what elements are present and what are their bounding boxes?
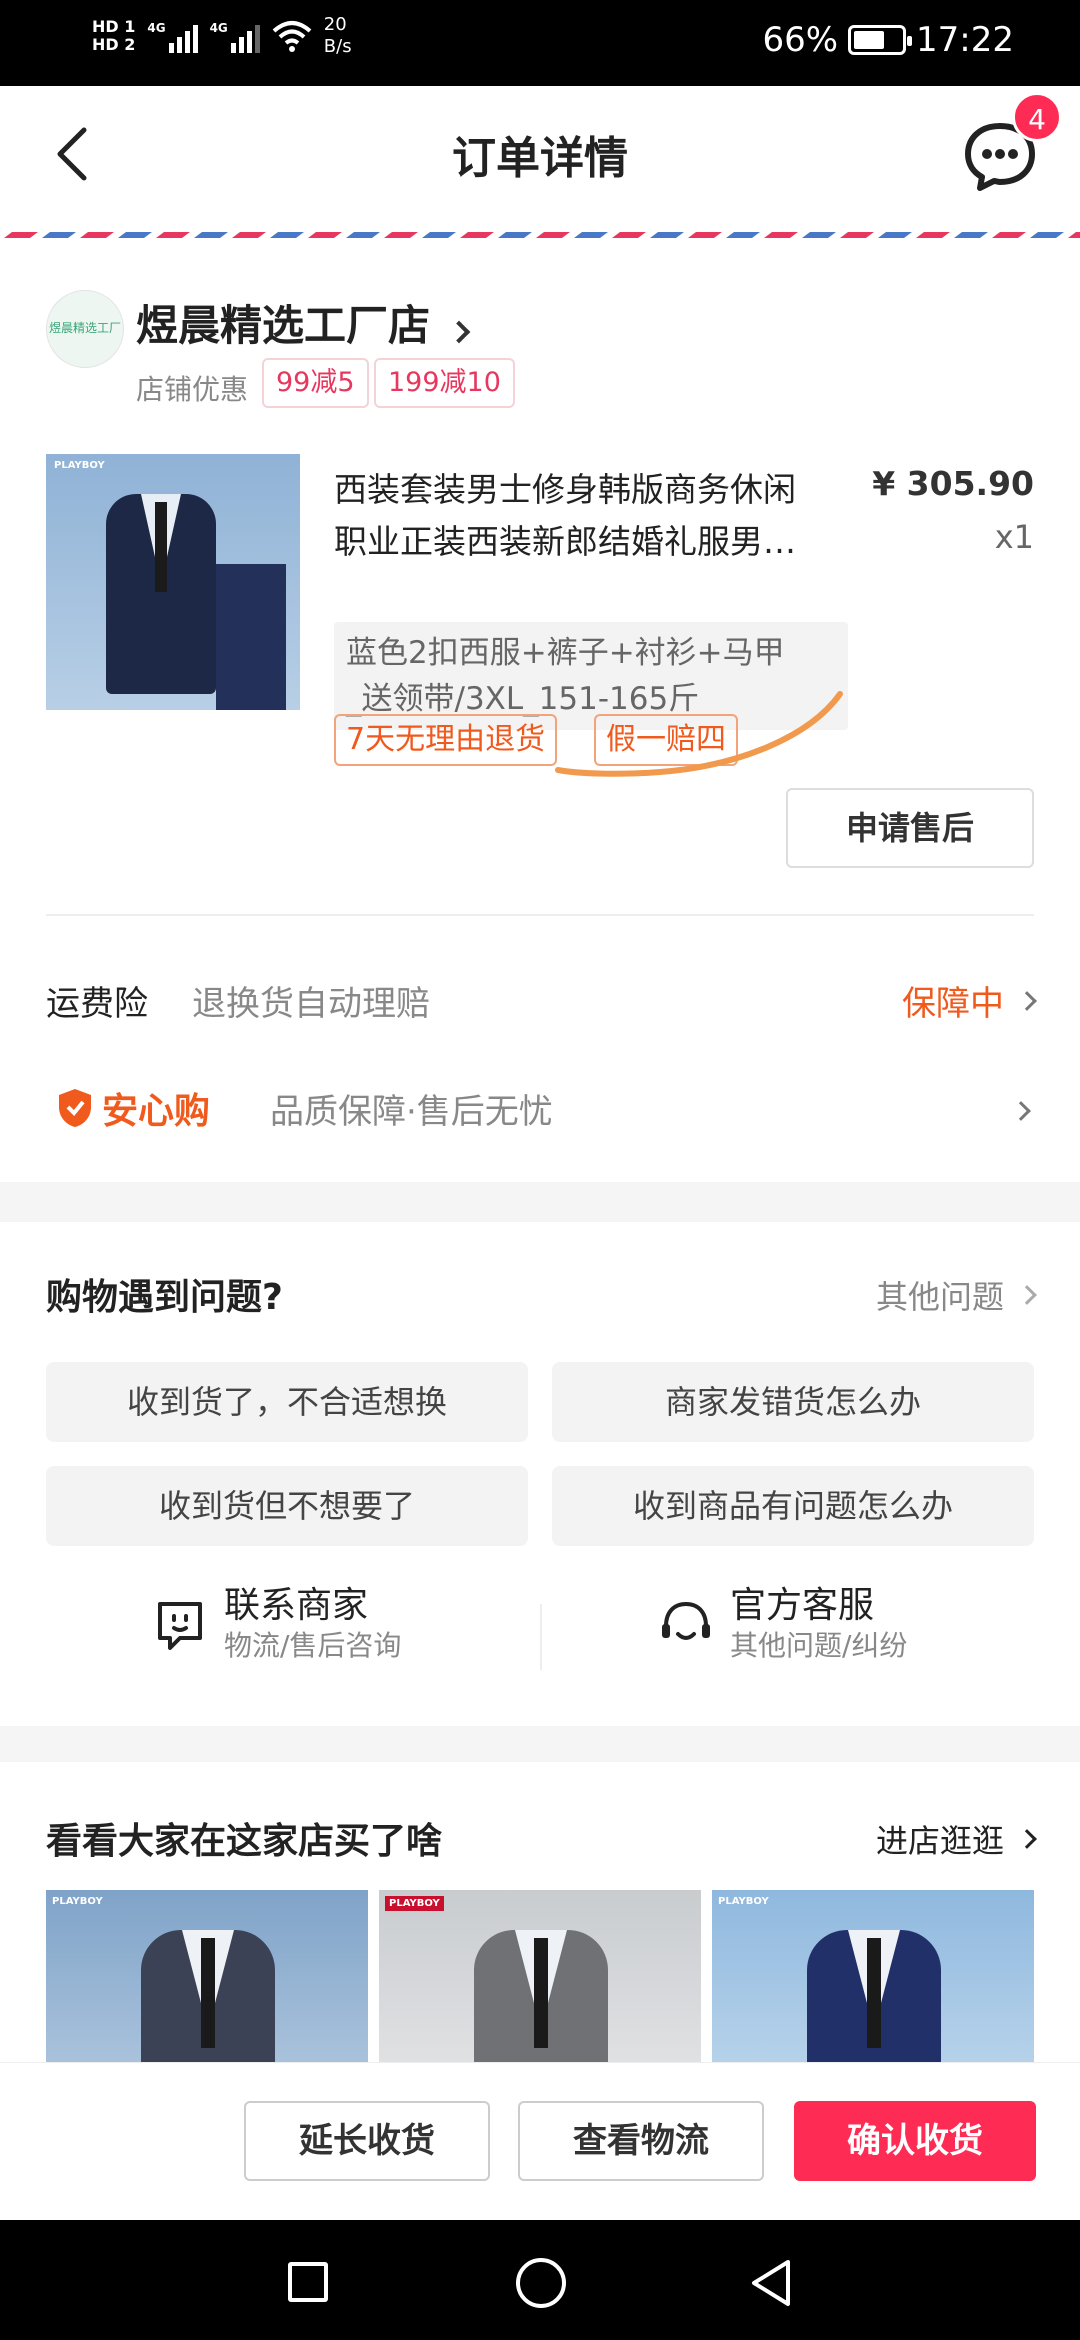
- battery-fill: [854, 31, 885, 49]
- product-image[interactable]: PLAYBOY: [46, 454, 300, 710]
- help-title: 购物遇到问题?: [46, 1277, 283, 1318]
- system-nav-bar: [0, 2220, 1080, 2340]
- anxin-desc: 品质保障·售后无忧: [270, 1092, 553, 1132]
- status-left: HD 1 HD 2 4G 4G 20 B/s: [92, 14, 352, 58]
- message-badge: 4: [1012, 92, 1062, 142]
- coupon-tag[interactable]: 99减5: [262, 358, 369, 408]
- wifi-icon: [272, 21, 312, 52]
- divider: [540, 1604, 542, 1670]
- confirm-receipt-button[interactable]: 确认收货: [794, 2101, 1036, 2181]
- product-price: ¥ 305.90: [872, 464, 1034, 503]
- product-title-line1: 西装套装男士修身韩版商务休闲: [334, 470, 796, 509]
- airmail-border: [0, 228, 1080, 242]
- battery-icon: [848, 25, 913, 55]
- after-sale-button[interactable]: 申请售后: [786, 788, 1034, 868]
- brand-logo: PLAYBOY: [718, 1896, 769, 1907]
- chevron-right-icon: [447, 320, 470, 344]
- chevron-right-icon: [1017, 1285, 1037, 1305]
- sim1-label: HD 1: [92, 17, 136, 36]
- net1-label: 4G: [147, 21, 166, 35]
- visit-shop-text: 进店逛逛: [875, 1822, 1004, 1860]
- back-nav-icon[interactable]: [746, 2256, 796, 2310]
- anxin-brand-text: 安心购: [102, 1091, 211, 1132]
- official-service-title: 官方客服: [730, 1585, 875, 1626]
- net-speed-value: 20: [323, 14, 347, 35]
- shield-icon: [59, 1089, 91, 1127]
- brand-logo: PLAYBOY: [385, 1896, 444, 1911]
- service-tag: 7天无理由退货: [334, 714, 558, 766]
- bottom-action-bar: 延长收货 查看物流 确认收货: [0, 2062, 1080, 2220]
- recommend-item[interactable]: PLAYBOY: [46, 1890, 368, 2062]
- freight-status-text: 保障中: [902, 984, 1004, 1024]
- extend-receipt-button[interactable]: 延长收货: [244, 2101, 490, 2181]
- signal1-icon: 4G: [147, 19, 198, 53]
- question-chip[interactable]: 收到货了，不合适想换: [46, 1362, 528, 1442]
- other-problems-link[interactable]: 其他问题: [875, 1272, 1037, 1318]
- chevron-right-icon: [1017, 1829, 1037, 1849]
- battery-text: 66%: [762, 20, 839, 60]
- view-logistics-button[interactable]: 查看物流: [518, 2101, 764, 2181]
- divider: [46, 914, 1034, 916]
- recent-apps-icon[interactable]: [288, 2262, 328, 2302]
- question-chip[interactable]: 收到货但不想要了: [46, 1466, 528, 1546]
- net-speed-unit: B/s: [323, 36, 352, 57]
- other-problems-text: 其他问题: [875, 1278, 1004, 1316]
- official-service-button[interactable]: 官方客服 其他问题/纠纷: [656, 1584, 907, 1664]
- chevron-right-icon[interactable]: [1011, 1101, 1031, 1121]
- net-speed: 20 B/s: [324, 14, 352, 58]
- seller-chat-icon: [158, 1602, 202, 1650]
- contact-seller-sub: 物流/售后咨询: [224, 1629, 402, 1662]
- sim-indicators: HD 1 HD 2: [92, 18, 135, 54]
- question-chip[interactable]: 收到商品有问题怎么办: [552, 1466, 1034, 1546]
- status-bar: HD 1 HD 2 4G 4G 20 B/s 66% 17:22: [0, 0, 1080, 86]
- visit-shop-link[interactable]: 进店逛逛: [875, 1816, 1037, 1862]
- coupon-tag[interactable]: 199减10: [374, 358, 515, 408]
- question-chip[interactable]: 商家发错货怎么办: [552, 1362, 1034, 1442]
- freight-insurance-label: 运费险: [46, 984, 148, 1024]
- contact-seller-title: 联系商家: [224, 1585, 369, 1626]
- recommend-item[interactable]: PLAYBOY: [712, 1890, 1034, 2062]
- order-card: 煜晨精选工厂 煜晨精选工厂店 店铺优惠 99减5 199减10 PLAYBOY …: [0, 242, 1080, 1182]
- brand-logo: PLAYBOY: [54, 460, 105, 471]
- orange-scribble: [555, 691, 843, 777]
- recommend-card: 看看大家在这家店买了啥 进店逛逛 PLAYBOY PLAYBOY PLAYBOY: [0, 1762, 1080, 2062]
- product-title[interactable]: 西装套装男士修身韩版商务休闲 职业正装西装新郎结婚礼服男…: [334, 464, 864, 568]
- chevron-right-icon: [1017, 990, 1037, 1011]
- signal2-icon: 4G: [210, 19, 260, 53]
- freight-insurance-desc: 退换货自动理赔: [192, 984, 430, 1024]
- page-title: 订单详情: [452, 133, 628, 184]
- net2-label: 4G: [209, 21, 228, 35]
- top-header: 订单详情 4: [0, 86, 1080, 228]
- home-icon[interactable]: [516, 2258, 566, 2308]
- sim2-label: HD 2: [92, 35, 136, 54]
- recommend-item[interactable]: PLAYBOY: [379, 1890, 701, 2062]
- shop-logo-text: 煜晨精选工厂: [48, 321, 121, 335]
- product-quantity: x1: [994, 518, 1034, 556]
- freight-insurance-status[interactable]: 保障中: [902, 976, 1037, 1025]
- status-right: 66% 17:22: [762, 20, 1014, 60]
- clock: 17:22: [916, 20, 1014, 60]
- shop-name: 煜晨精选工厂店: [136, 301, 431, 350]
- shop-logo[interactable]: 煜晨精选工厂: [46, 290, 124, 368]
- anxin-brand[interactable]: 安心购: [56, 1082, 210, 1134]
- shop-name-link[interactable]: 煜晨精选工厂店: [136, 292, 470, 353]
- headset-icon: [662, 1601, 710, 1640]
- official-service-sub: 其他问题/纠纷: [730, 1629, 908, 1662]
- contact-seller-button[interactable]: 联系商家 物流/售后咨询: [150, 1584, 401, 1664]
- recommend-title: 看看大家在这家店买了啥: [46, 1821, 443, 1862]
- product-title-line2: 职业正装西装新郎结婚礼服男…: [334, 522, 796, 561]
- shop-promo-label: 店铺优惠: [136, 373, 249, 406]
- brand-logo: PLAYBOY: [52, 1896, 103, 1907]
